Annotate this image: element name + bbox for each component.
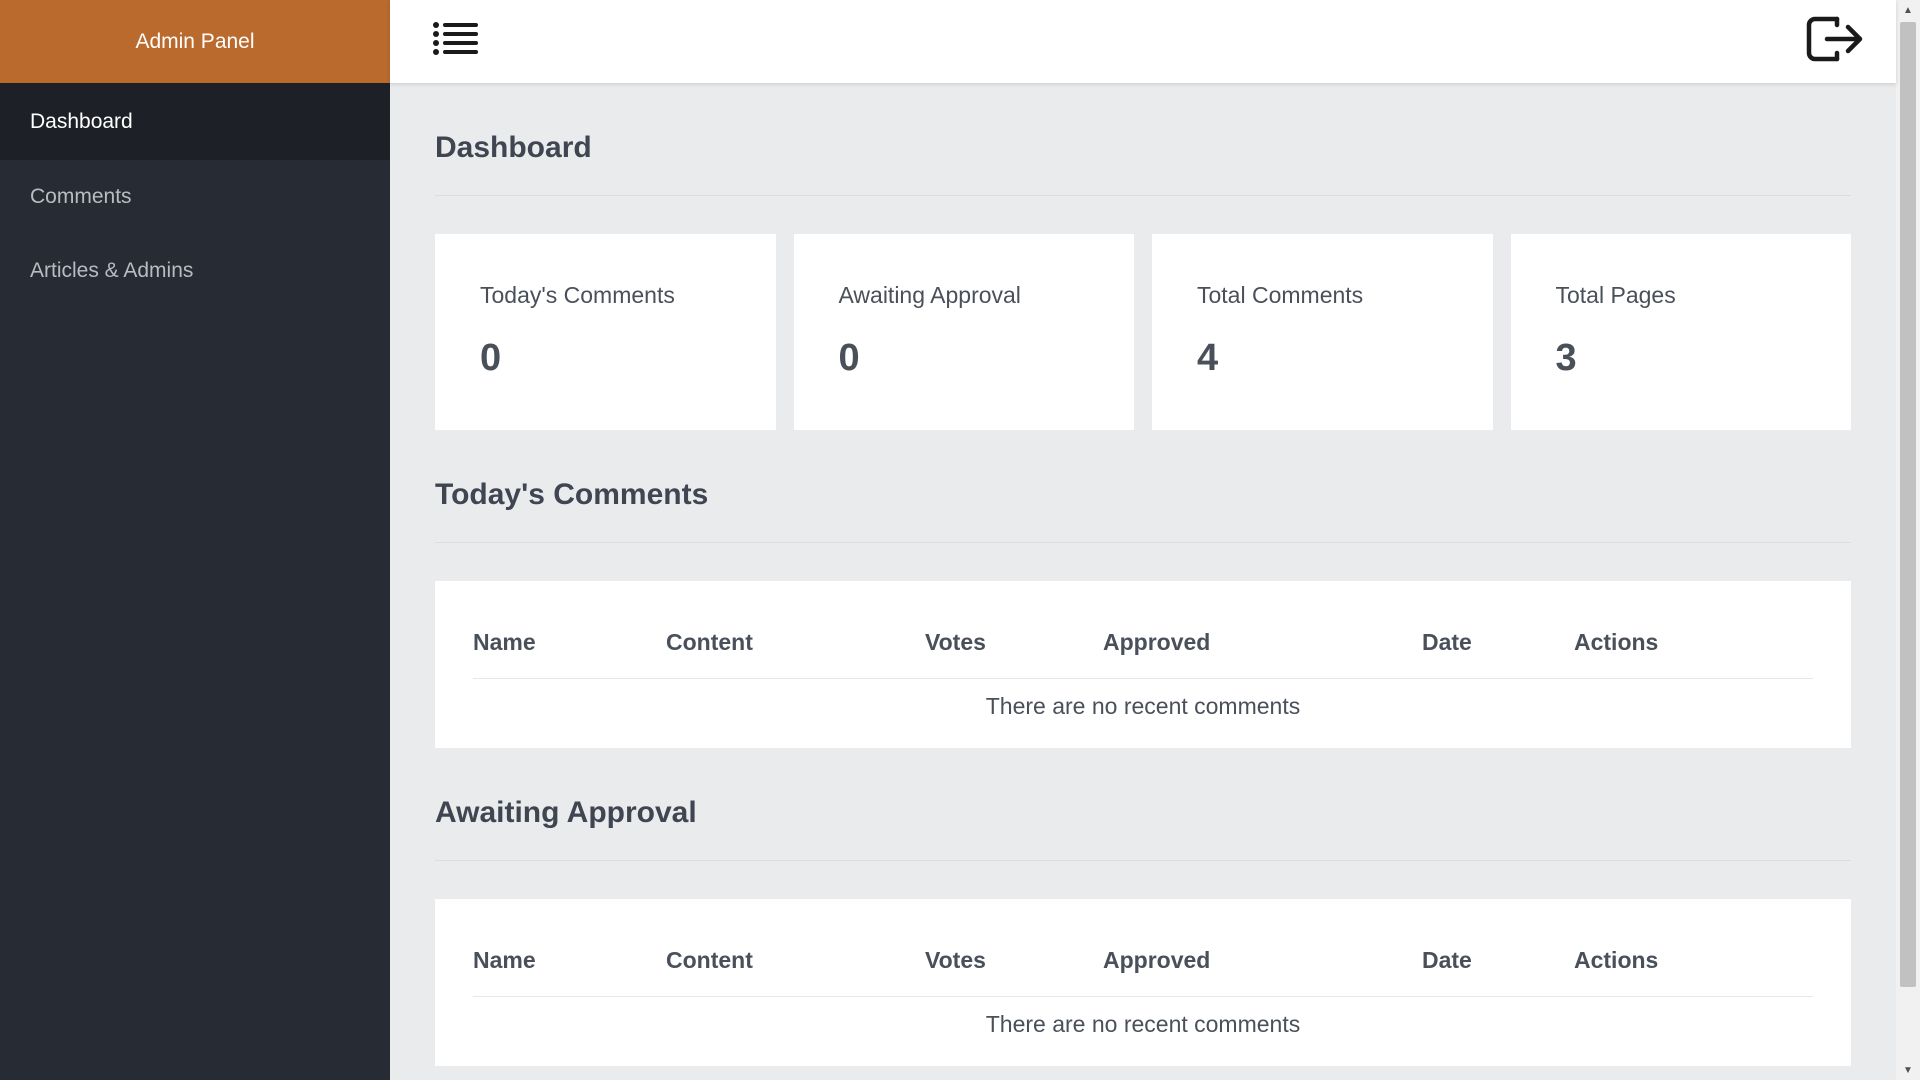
table-header-row: Name Content Votes Approved Date Actions bbox=[473, 581, 1813, 679]
stat-value: 0 bbox=[480, 337, 502, 379]
column-header-actions: Actions bbox=[1574, 899, 1813, 997]
table-header-row: Name Content Votes Approved Date Actions bbox=[473, 899, 1813, 997]
table-row: There are no recent comments bbox=[473, 997, 1813, 1067]
sidebar-item-dashboard[interactable]: Dashboard bbox=[0, 83, 390, 160]
column-header-name: Name bbox=[473, 899, 666, 997]
column-header-name: Name bbox=[473, 581, 666, 679]
stat-card-total-comments: Total Comments 4 bbox=[1152, 234, 1493, 430]
column-header-approved: Approved bbox=[1103, 581, 1422, 679]
top-bar bbox=[390, 0, 1896, 83]
sidebar-item-comments[interactable]: Comments bbox=[0, 160, 390, 234]
page-title: Dashboard bbox=[435, 83, 1851, 196]
hamburger-list-icon bbox=[433, 22, 478, 55]
stat-card-todays-comments: Today's Comments 0 bbox=[435, 234, 776, 430]
todays-comments-table: Name Content Votes Approved Date Actions… bbox=[473, 581, 1813, 748]
todays-comments-table-card: Name Content Votes Approved Date Actions… bbox=[435, 581, 1851, 748]
empty-state-text: There are no recent comments bbox=[985, 693, 1301, 719]
logout-button[interactable] bbox=[1804, 12, 1866, 66]
main-content: Dashboard Today's Comments 0 Awaiting Ap… bbox=[435, 83, 1851, 1066]
logout-icon bbox=[1806, 16, 1863, 62]
column-header-actions: Actions bbox=[1574, 581, 1813, 679]
menu-toggle-button[interactable] bbox=[430, 16, 482, 62]
awaiting-approval-table: Name Content Votes Approved Date Actions… bbox=[473, 899, 1813, 1066]
stat-label: Awaiting Approval bbox=[838, 282, 1021, 308]
stat-card-awaiting-approval: Awaiting Approval 0 bbox=[793, 234, 1134, 430]
stat-card-total-pages: Total Pages 3 bbox=[1510, 234, 1851, 430]
stats-row: Today's Comments 0 Awaiting Approval 0 T… bbox=[435, 234, 1851, 430]
column-header-approved: Approved bbox=[1103, 899, 1422, 997]
scrollbar-thumb[interactable] bbox=[1900, 22, 1916, 987]
stat-value: 4 bbox=[1197, 337, 1219, 379]
stat-label: Total Comments bbox=[1197, 282, 1364, 308]
awaiting-approval-table-card: Name Content Votes Approved Date Actions… bbox=[435, 899, 1851, 1066]
stat-label: Today's Comments bbox=[480, 282, 675, 308]
column-header-votes: Votes bbox=[925, 581, 1103, 679]
column-header-votes: Votes bbox=[925, 899, 1103, 997]
brand-title[interactable]: Admin Panel bbox=[0, 0, 390, 83]
empty-state-text: There are no recent comments bbox=[985, 1011, 1301, 1037]
stat-label: Total Pages bbox=[1555, 282, 1676, 308]
sidebar-item-articles-admins[interactable]: Articles & Admins bbox=[0, 234, 390, 308]
column-header-content: Content bbox=[666, 899, 925, 997]
todays-comments-title: Today's Comments bbox=[435, 430, 1851, 543]
column-header-content: Content bbox=[666, 581, 925, 679]
table-row: There are no recent comments bbox=[473, 679, 1813, 749]
sidebar: Admin Panel Dashboard Comments Articles … bbox=[0, 0, 390, 1080]
stat-value: 3 bbox=[1555, 337, 1577, 379]
column-header-date: Date bbox=[1422, 899, 1574, 997]
stat-value: 0 bbox=[838, 337, 860, 379]
awaiting-approval-title: Awaiting Approval bbox=[435, 748, 1851, 861]
column-header-date: Date bbox=[1422, 581, 1574, 679]
scroll-up-arrow-icon[interactable]: ▲ bbox=[1896, 0, 1920, 20]
scroll-down-arrow-icon[interactable]: ▼ bbox=[1896, 1060, 1920, 1080]
vertical-scrollbar[interactable]: ▲ ▼ bbox=[1896, 0, 1920, 1080]
